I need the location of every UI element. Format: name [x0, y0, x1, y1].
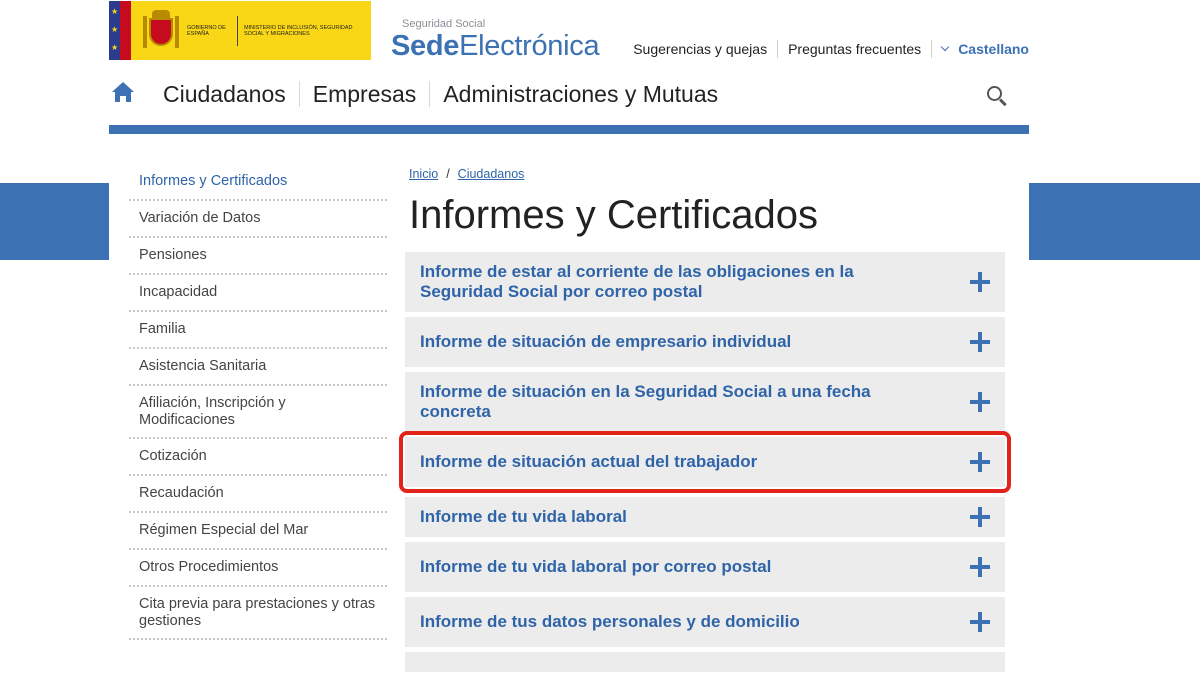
ministry-text: Ministerio de Inclusión, Seguridad Socia…	[244, 24, 353, 37]
sidebar-item-cotizacion[interactable]: Cotización	[129, 439, 387, 476]
brand-name: SedeElectrónica	[391, 30, 600, 62]
page-title: Informes y Certificados	[409, 193, 819, 237]
accordion-item[interactable]: Informe de situación de empresario indiv…	[405, 317, 1005, 367]
suggestions-link[interactable]: Sugerencias y quejas	[623, 41, 777, 57]
plus-icon[interactable]	[970, 507, 990, 527]
sede-electronica-logo[interactable]: Seguridad Social SedeElectrónica	[391, 18, 600, 62]
sidebar-item-pensiones[interactable]: Pensiones	[129, 238, 387, 275]
sidebar-item-cita-previa[interactable]: Cita previa para prestaciones y otras ge…	[129, 587, 387, 640]
accordion-item[interactable]: Informe de situación en la Seguridad Soc…	[405, 372, 1005, 432]
government-text: Gobierno de España	[187, 24, 226, 37]
breadcrumb-ciudadanos-link[interactable]: Ciudadanos	[458, 167, 525, 181]
top-links: Sugerencias y quejas Preguntas frecuente…	[623, 40, 1029, 58]
sidebar-item-familia[interactable]: Familia	[129, 312, 387, 349]
accordion-item[interactable]: Informe de tu vida laboral por correo po…	[405, 542, 1005, 592]
page: ★ ★ ★ Gobierno de España Ministerio de Inc…	[109, 0, 1029, 675]
home-icon[interactable]	[112, 80, 134, 108]
decorative-band-left	[0, 183, 109, 260]
eu-flag-icon: ★ ★ ★	[109, 1, 131, 60]
main-nav: Ciudadanos Empresas Administraciones y M…	[109, 74, 1029, 114]
decorative-band-right	[1029, 183, 1200, 260]
accordion-item[interactable]: Informe de tus datos personales y de dom…	[405, 597, 1005, 647]
accordion-item[interactable]: Informe de tu vida laboral	[405, 497, 1005, 537]
nav-item-ciudadanos[interactable]: Ciudadanos	[150, 81, 299, 107]
accordion-item-label: Informe de situación en la Seguridad Soc…	[420, 382, 871, 421]
header-divider-bar	[109, 125, 1029, 134]
accordion-item[interactable]: Informe de estar al corriente de las obl…	[405, 252, 1005, 312]
plus-icon[interactable]	[970, 612, 990, 632]
accordion-item-label: Informe de estar al corriente de las obl…	[420, 262, 854, 301]
sidebar-item-recaudacion[interactable]: Recaudación	[129, 476, 387, 513]
accordion-item[interactable]	[405, 652, 1005, 672]
nav-item-administraciones[interactable]: Administraciones y Mutuas	[430, 81, 731, 107]
accordion-item-label: Informe de situación actual del trabajad…	[420, 452, 758, 471]
language-selector[interactable]: Castellano	[932, 41, 1029, 57]
plus-icon[interactable]	[970, 392, 990, 412]
accordion-item-label: Informe de tu vida laboral	[420, 507, 627, 526]
accordion-item-label: Informe de situación de empresario indiv…	[420, 332, 792, 351]
sidebar-item-regimen-mar[interactable]: Régimen Especial del Mar	[129, 513, 387, 550]
accordion-item-label: Informe de tus datos personales y de dom…	[420, 612, 800, 631]
sidebar-item-otros[interactable]: Otros Procedimientos	[129, 550, 387, 587]
chevron-down-icon	[940, 42, 950, 52]
accordion: Informe de estar al corriente de las obl…	[399, 252, 1011, 675]
sidebar-item-incapacidad[interactable]: Incapacidad	[129, 275, 387, 312]
plus-icon[interactable]	[970, 332, 990, 352]
coat-of-arms-icon	[141, 8, 181, 54]
nav-item-empresas[interactable]: Empresas	[300, 81, 430, 107]
plus-icon[interactable]	[970, 272, 990, 292]
search-icon[interactable]	[987, 86, 1007, 107]
sidebar-item-informes[interactable]: Informes y Certificados	[129, 164, 387, 201]
faq-link[interactable]: Preguntas frecuentes	[778, 41, 931, 57]
sidebar-item-asistencia[interactable]: Asistencia Sanitaria	[129, 349, 387, 386]
plus-icon[interactable]	[970, 557, 990, 577]
plus-icon[interactable]	[970, 452, 990, 472]
breadcrumb-home-link[interactable]: Inicio	[409, 167, 438, 181]
sidebar-item-variacion[interactable]: Variación de Datos	[129, 201, 387, 238]
breadcrumb: Inicio / Ciudadanos	[409, 167, 525, 181]
government-logo[interactable]: ★ ★ ★ Gobierno de España Ministerio de Inc…	[109, 1, 371, 60]
accordion-item-highlighted[interactable]: Informe de situación actual del trabajad…	[399, 431, 1011, 493]
sidebar: Informes y Certificados Variación de Dat…	[129, 164, 387, 640]
sidebar-item-afiliacion[interactable]: Afiliación, Inscripción y Modificaciones	[129, 386, 387, 439]
accordion-item-label: Informe de tu vida laboral por correo po…	[420, 557, 772, 576]
